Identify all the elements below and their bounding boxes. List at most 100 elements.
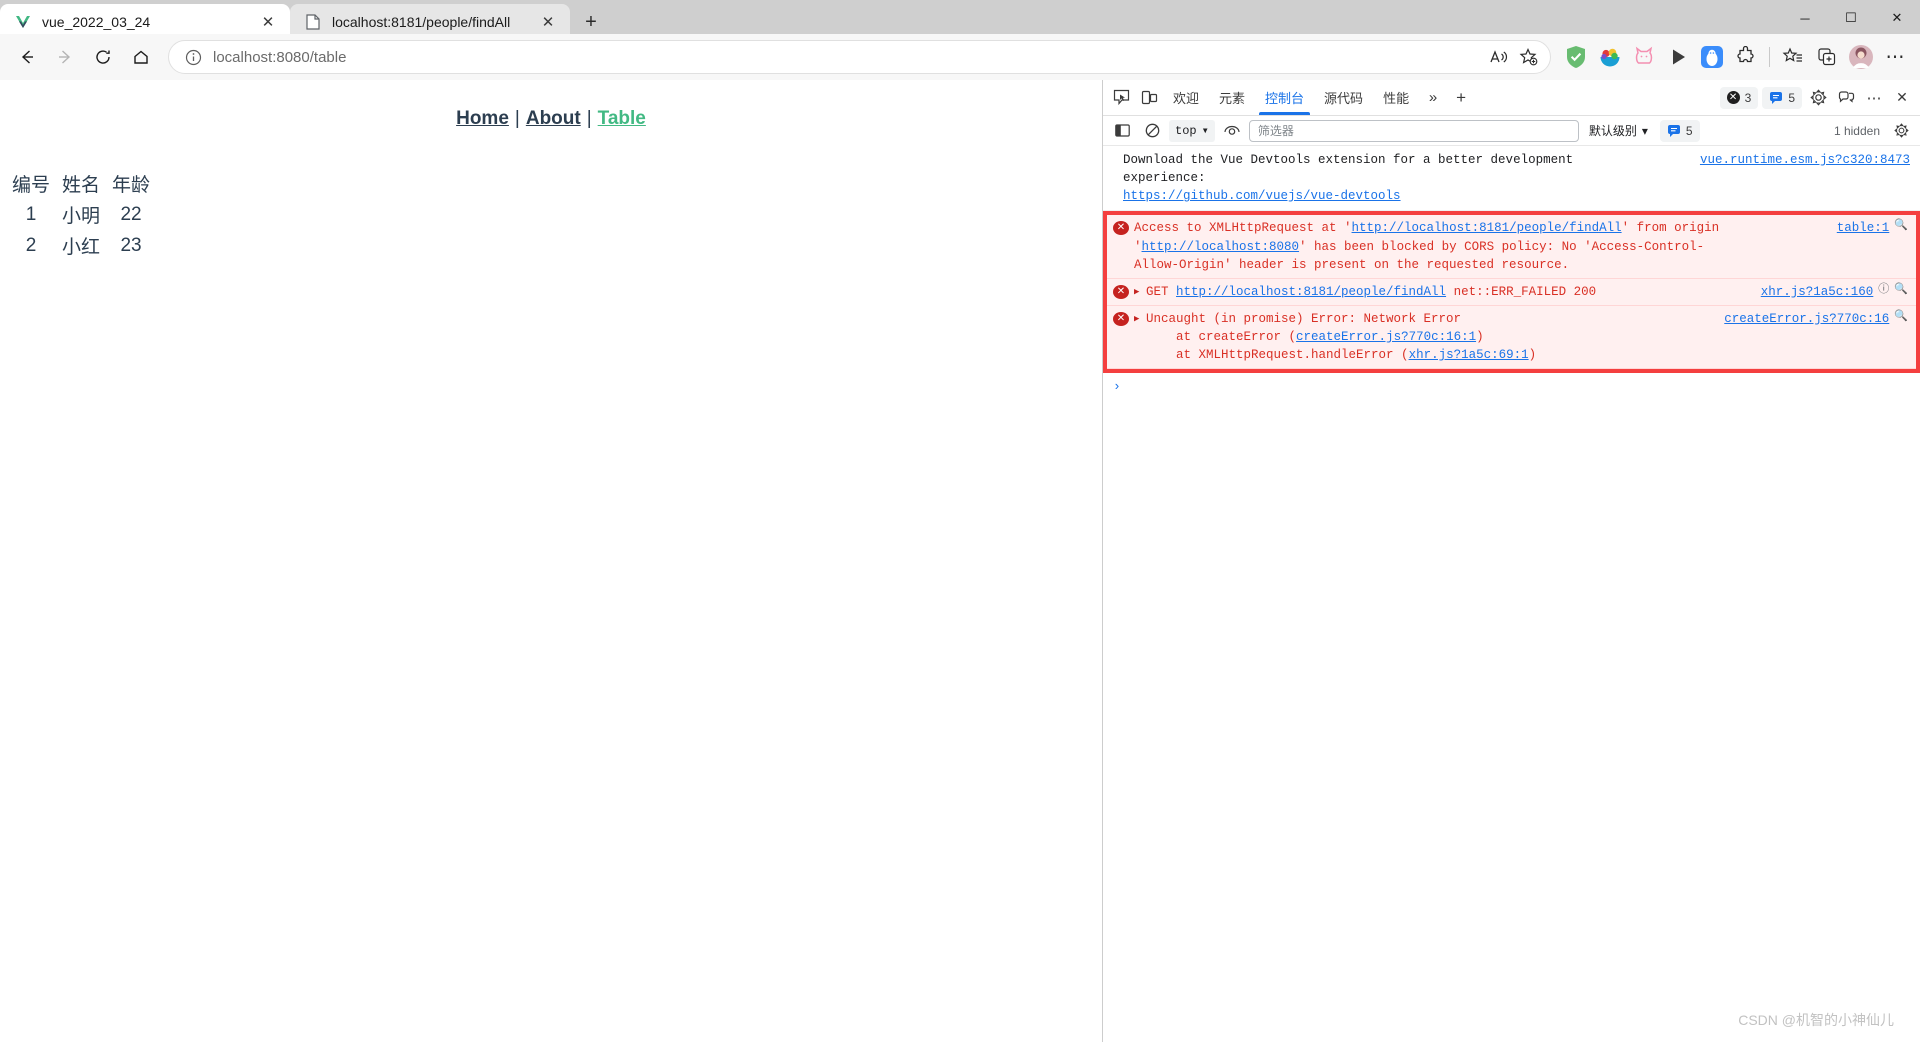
table-header-name: 姓名: [62, 175, 101, 196]
expand-triangle-icon[interactable]: ▶: [1134, 286, 1144, 301]
nav-link-home[interactable]: Home: [456, 108, 509, 129]
back-button[interactable]: [8, 38, 46, 76]
error-link[interactable]: xhr.js?1a5c:69:1: [1409, 348, 1529, 362]
console-message-info[interactable]: Download the Vue Devtools extension for …: [1103, 146, 1920, 212]
pink-cat-icon[interactable]: [1627, 40, 1661, 74]
collections-icon[interactable]: [1810, 40, 1844, 74]
console-sidebar-icon[interactable]: [1109, 119, 1135, 143]
console-message-list[interactable]: Download the Vue Devtools extension for …: [1103, 146, 1920, 1042]
colorful-bowl-icon[interactable]: [1593, 40, 1627, 74]
search-icon[interactable]: 🔍: [1894, 283, 1908, 299]
vue-devtools-text: Download the Vue Devtools extension for …: [1123, 153, 1574, 186]
clear-console-icon[interactable]: [1139, 119, 1165, 143]
info-icon[interactable]: ⓘ: [1878, 283, 1889, 299]
feedback-icon[interactable]: [1832, 84, 1860, 112]
address-bar[interactable]: localhost:8080/table: [168, 40, 1551, 74]
chevron-down-icon: ▾: [1201, 124, 1209, 138]
message-count-badge[interactable]: 5: [1762, 86, 1802, 109]
console-settings-gear-icon[interactable]: [1888, 119, 1914, 143]
device-toolbar-icon[interactable]: [1135, 84, 1163, 112]
error-circle-icon: ✕: [1113, 311, 1129, 326]
error-link[interactable]: http://localhost:8181/people/findAll: [1352, 221, 1622, 235]
avatar[interactable]: [1844, 40, 1878, 74]
console-input-prompt[interactable]: ›: [1103, 373, 1920, 400]
minimize-button[interactable]: ─: [1782, 0, 1828, 36]
search-icon[interactable]: 🔍: [1894, 310, 1908, 326]
add-panel-button[interactable]: +: [1447, 84, 1475, 112]
chevron-down-icon: ▾: [1641, 123, 1648, 138]
source-link[interactable]: table:1: [1837, 219, 1890, 237]
refresh-button[interactable]: [84, 38, 122, 76]
close-icon[interactable]: ✕: [536, 10, 560, 34]
tab-performance[interactable]: 性能: [1373, 81, 1419, 115]
window-close-button[interactable]: ✕: [1874, 0, 1920, 36]
console-message-error[interactable]: ✕ Access to XMLHttpRequest at 'http://lo…: [1107, 215, 1916, 279]
table-header-id: 编号: [12, 175, 51, 196]
console-error-source[interactable]: table:1 🔍: [1827, 219, 1908, 273]
console-filter-input[interactable]: 筛选器: [1248, 119, 1579, 142]
console-message-error[interactable]: ✕ ▶ GET http://localhost:8181/people/fin…: [1107, 278, 1916, 306]
console-error-source[interactable]: xhr.js?1a5c:160 ⓘ 🔍: [1751, 283, 1908, 301]
expand-triangle-icon[interactable]: ▶: [1134, 313, 1144, 364]
search-icon[interactable]: 🔍: [1894, 219, 1908, 235]
context-value: top: [1175, 123, 1197, 138]
devtools-panel: 欢迎 元素 控制台 源代码 性能 » + ✕ 3 5 ⋯ ✕ top ▾ 筛选器…: [1102, 80, 1920, 1042]
error-circle-icon: ✕: [1726, 91, 1740, 104]
home-button[interactable]: [122, 38, 160, 76]
error-link[interactable]: createError.js?770c:16:1: [1296, 330, 1476, 344]
adguard-shield-icon[interactable]: [1559, 40, 1593, 74]
page-viewport: Home | About | Table 编号 姓名 年龄 1 小明 22 2 小红: [0, 80, 1102, 1042]
tab-console[interactable]: 控制台: [1255, 81, 1314, 115]
tab-title: vue_2022_03_24: [42, 14, 151, 30]
info-circle-icon[interactable]: [181, 45, 205, 69]
tab-welcome[interactable]: 欢迎: [1163, 81, 1209, 115]
nav-link-about[interactable]: About: [526, 108, 581, 129]
console-message-source[interactable]: vue.runtime.esm.js?c320:8473: [1688, 151, 1910, 205]
error-text-part: net::ERR_FAILED 200: [1446, 284, 1597, 299]
gear-icon[interactable]: [1804, 84, 1832, 112]
cell-age: 23: [120, 234, 142, 256]
favorites-list-icon[interactable]: [1776, 40, 1810, 74]
tab-title: localhost:8181/people/findAll: [332, 14, 511, 30]
add-favorite-icon[interactable]: [1514, 42, 1544, 72]
more-tabs-icon[interactable]: »: [1419, 84, 1447, 112]
source-link[interactable]: xhr.js?1a5c:160: [1761, 283, 1874, 301]
context-selector[interactable]: top ▾: [1169, 119, 1215, 142]
people-table: 编号 姓名 年龄 1 小明 22 2 小红 23: [6, 168, 156, 261]
blue-penguin-icon[interactable]: [1695, 40, 1729, 74]
hidden-messages-label: 1 hidden: [1833, 123, 1880, 138]
vue-devtools-link[interactable]: https://github.com/vuejs/vue-devtools: [1123, 189, 1401, 203]
address-bar-url: localhost:8080/table: [213, 48, 347, 66]
devtools-tabbar: 欢迎 元素 控制台 源代码 性能 » + ✕ 3 5 ⋯ ✕: [1103, 80, 1920, 116]
maximize-button[interactable]: ☐: [1828, 0, 1874, 36]
source-link[interactable]: createError.js?770c:16: [1724, 310, 1889, 328]
play-button-icon[interactable]: [1661, 40, 1695, 74]
puzzle-extensions-icon[interactable]: [1729, 40, 1763, 74]
forward-button[interactable]: [46, 38, 84, 76]
table-row: 2 小红 23: [6, 230, 156, 261]
read-aloud-icon[interactable]: [1484, 42, 1514, 72]
error-link[interactable]: http://localhost:8080: [1142, 240, 1300, 254]
new-tab-button[interactable]: +: [576, 7, 606, 37]
cell-name: 小明: [62, 206, 101, 227]
vue-logo-icon: [14, 13, 32, 31]
browser-more-menu[interactable]: ⋯: [1878, 40, 1912, 74]
nav-separator: |: [586, 108, 592, 129]
nav-link-table[interactable]: Table: [598, 108, 646, 129]
live-expression-icon[interactable]: [1219, 119, 1245, 143]
inspect-element-icon[interactable]: [1107, 84, 1135, 112]
error-link[interactable]: http://localhost:8181/people/findAll: [1176, 285, 1446, 299]
devtools-close-icon[interactable]: ✕: [1888, 84, 1916, 112]
cell-id: 1: [25, 203, 37, 225]
log-level-selector[interactable]: 默认级别 ▾: [1583, 120, 1654, 142]
devtools-more-icon[interactable]: ⋯: [1860, 84, 1888, 112]
console-message-badge[interactable]: 5: [1659, 119, 1700, 142]
console-message-error[interactable]: ✕ ▶ Uncaught (in promise) Error: Network…: [1107, 305, 1916, 370]
source-link[interactable]: vue.runtime.esm.js?c320:8473: [1700, 153, 1910, 167]
console-error-text: Uncaught (in promise) Error: Network Err…: [1146, 310, 1714, 364]
close-icon[interactable]: ✕: [256, 10, 280, 34]
tab-sources[interactable]: 源代码: [1314, 81, 1373, 115]
console-error-source[interactable]: createError.js?770c:16 🔍: [1714, 310, 1908, 364]
tab-elements[interactable]: 元素: [1209, 81, 1255, 115]
error-count-badge[interactable]: ✕ 3: [1719, 86, 1759, 109]
